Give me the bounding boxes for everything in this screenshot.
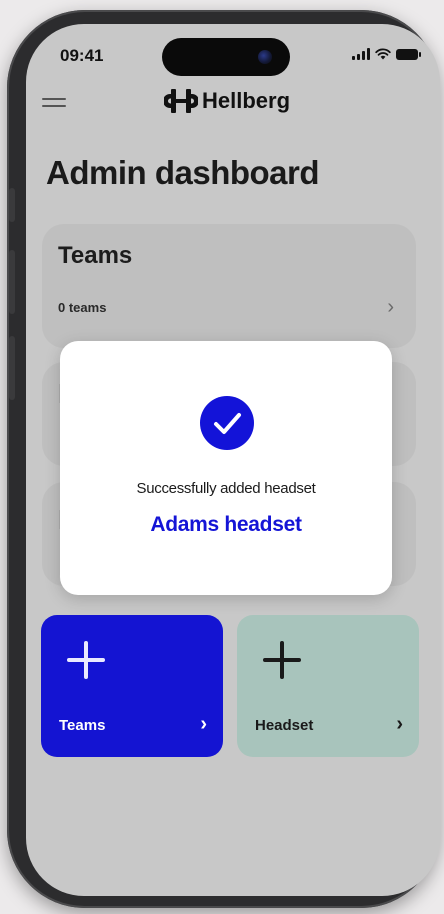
success-message: Successfully added headset <box>136 480 316 497</box>
hellberg-logo-icon <box>164 89 198 113</box>
status-icons <box>352 48 421 60</box>
battery-icon <box>396 48 421 60</box>
added-headset-name: Adams headset <box>150 513 302 536</box>
volume-up-button <box>9 250 15 314</box>
chevron-right-icon: › <box>200 713 207 735</box>
checkmark-icon <box>200 396 254 450</box>
teams-card-title: Teams <box>58 242 133 269</box>
add-team-button[interactable]: Teams › <box>41 615 223 757</box>
chevron-right-icon: › <box>396 713 403 735</box>
teams-count: 0 teams <box>58 300 107 315</box>
status-time: 09:41 <box>60 46 104 65</box>
plus-icon <box>67 641 105 679</box>
page-title: Admin dashboard <box>46 154 320 191</box>
add-team-label: Teams <box>59 717 106 734</box>
brand-name: Hellberg <box>202 88 291 113</box>
menu-icon[interactable] <box>42 98 66 108</box>
chevron-right-icon: › <box>387 296 394 318</box>
add-headset-label: Headset <box>255 717 314 734</box>
brand-logo: Hellberg <box>164 88 290 114</box>
wifi-icon <box>375 48 391 60</box>
plus-icon <box>263 641 301 679</box>
teams-summary-card[interactable]: Teams 0 teams › <box>42 224 416 348</box>
signal-icon <box>352 48 370 60</box>
app-screen: 09:41 Hellberg Admin dashboard Teams 0 t… <box>26 24 440 896</box>
success-dialog: Successfully added headset Adams headset <box>60 341 392 595</box>
action-button <box>9 188 15 222</box>
add-headset-button[interactable]: Headset › <box>237 615 419 757</box>
volume-down-button <box>9 336 15 400</box>
camera-icon <box>258 50 272 64</box>
dynamic-island <box>162 38 290 76</box>
